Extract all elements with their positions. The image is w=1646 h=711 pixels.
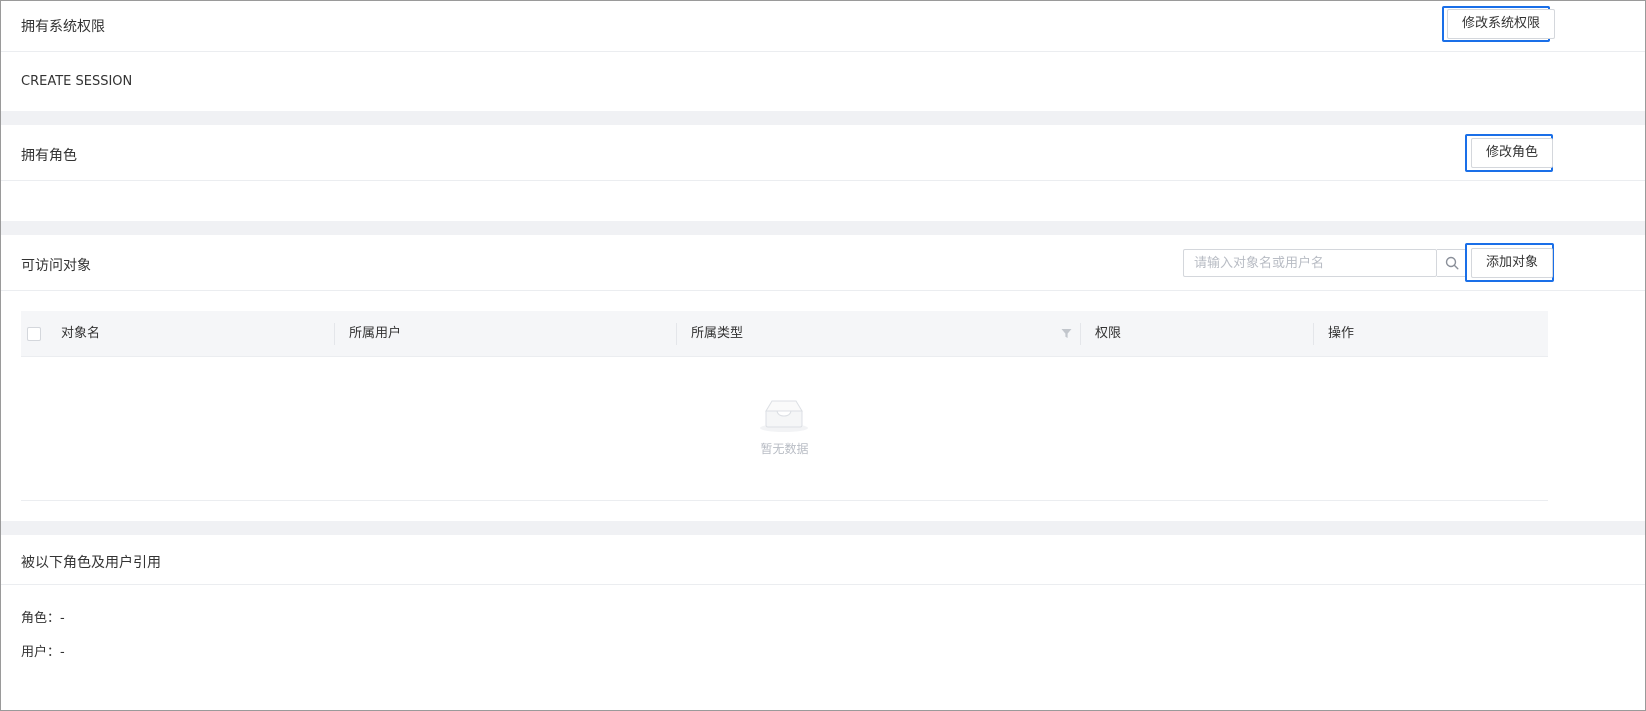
system-permissions-title: 拥有系统权限 bbox=[21, 19, 105, 35]
roles-header: 拥有角色 修改角色 bbox=[1, 125, 1645, 181]
system-permissions-card: 拥有系统权限 修改系统权限 CREATE SESSION bbox=[1, 1, 1645, 111]
references-title: 被以下角色及用户引用 bbox=[21, 555, 161, 571]
system-permissions-header: 拥有系统权限 修改系统权限 bbox=[1, 1, 1645, 52]
edit-roles-button[interactable]: 修改角色 bbox=[1471, 138, 1554, 168]
referenced-roles-row: 角色：- bbox=[21, 607, 65, 626]
accessible-objects-table: 对象名 所属用户 所属类型 权限 操作 暂无数据 bbox=[21, 311, 1548, 501]
references-header: 被以下角色及用户引用 bbox=[1, 535, 1645, 585]
table-header: 对象名 所属用户 所属类型 权限 操作 bbox=[21, 311, 1548, 357]
column-header-type: 所属类型 bbox=[691, 326, 744, 341]
system-permission-item: CREATE SESSION bbox=[21, 74, 133, 89]
edit-system-permissions-button[interactable]: 修改系统权限 bbox=[1447, 9, 1556, 39]
user-value: - bbox=[60, 645, 65, 660]
references-card: 被以下角色及用户引用 角色：- 用户：- bbox=[1, 535, 1645, 710]
search-icon bbox=[1445, 256, 1459, 270]
user-label: 用户： bbox=[21, 645, 61, 660]
empty-inbox-icon bbox=[760, 400, 808, 432]
section-gap bbox=[1, 521, 1645, 535]
empty-state-text: 暂无数据 bbox=[760, 442, 809, 456]
object-search-button[interactable] bbox=[1437, 249, 1467, 277]
column-divider bbox=[1313, 323, 1314, 345]
accessible-objects-header: 可访问对象 添加对象 bbox=[1, 235, 1645, 291]
roles-title: 拥有角色 bbox=[21, 148, 77, 164]
role-value: - bbox=[60, 611, 65, 626]
column-header-object-name: 对象名 bbox=[61, 326, 101, 341]
accessible-objects-card: 可访问对象 添加对象 对象名 所属用户 所属类型 bbox=[1, 235, 1645, 521]
section-gap bbox=[1, 221, 1645, 235]
user-detail-page: 拥有系统权限 修改系统权限 CREATE SESSION 拥有角色 修改角色 可… bbox=[0, 0, 1646, 711]
column-header-actions: 操作 bbox=[1328, 326, 1355, 341]
roles-card: 拥有角色 修改角色 bbox=[1, 125, 1645, 221]
referenced-users-row: 用户：- bbox=[21, 641, 65, 660]
role-label: 角色： bbox=[21, 611, 61, 626]
add-object-button[interactable]: 添加对象 bbox=[1471, 248, 1554, 278]
column-header-permission: 权限 bbox=[1095, 326, 1122, 341]
filter-icon[interactable] bbox=[1061, 328, 1072, 339]
column-divider bbox=[676, 323, 677, 345]
select-all-checkbox[interactable] bbox=[27, 327, 41, 341]
column-divider bbox=[334, 323, 335, 345]
section-gap bbox=[1, 111, 1645, 125]
column-divider bbox=[1080, 323, 1081, 345]
accessible-objects-title: 可访问对象 bbox=[21, 258, 91, 274]
column-header-owner: 所属用户 bbox=[349, 326, 402, 341]
table-body: 暂无数据 bbox=[21, 357, 1548, 501]
object-search-input[interactable] bbox=[1183, 249, 1437, 277]
